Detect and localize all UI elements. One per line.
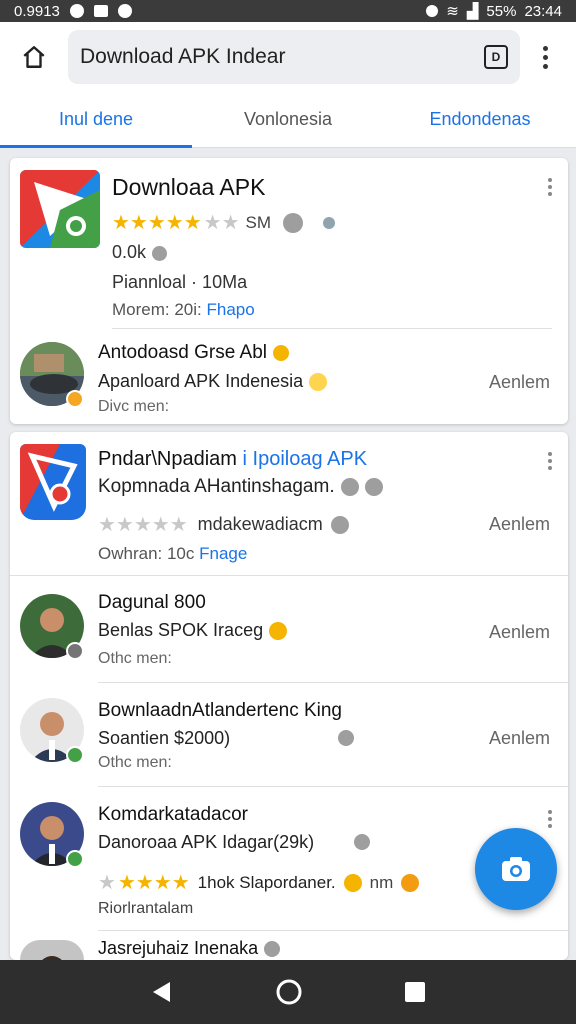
tab-switcher-icon[interactable]: D xyxy=(484,45,508,69)
app-title: Pndar\Npadiam i Ipoiloag APK xyxy=(98,448,368,470)
camera-icon xyxy=(502,857,530,881)
featured-app-card[interactable]: Downloaa APK ★★★★★ ★★ SM 0.0k Piannloal ·… xyxy=(10,158,568,424)
more-vert-icon[interactable] xyxy=(548,178,552,196)
info-icon xyxy=(338,730,354,746)
row-name: Dagunal 800 xyxy=(98,592,206,613)
tab-bar: Inul dene Vonlonesia Endondenas xyxy=(0,92,576,148)
row-action-button[interactable]: Aenlem xyxy=(489,728,550,749)
notification-icon xyxy=(93,5,108,17)
info-icon xyxy=(340,477,359,496)
coin-icon xyxy=(269,622,288,641)
divider xyxy=(98,682,568,683)
row-name: Komdarkatadacor xyxy=(98,804,248,825)
home-circle-icon[interactable] xyxy=(275,978,303,1006)
more-link[interactable]: Fhapo xyxy=(206,300,254,319)
tab-2[interactable]: Endondenas xyxy=(384,92,576,147)
wifi-icon: ≋ xyxy=(446,3,459,20)
row-subtitle: Apanloard APK Indenesia xyxy=(98,371,328,392)
row-name: Jasrejuhaiz Inenaka xyxy=(98,938,281,959)
row-subtitle: Soantien $2000) xyxy=(98,728,231,748)
browser-toolbar: Download APK Indear D xyxy=(0,22,576,92)
home-button[interactable] xyxy=(14,37,54,77)
alarm-icon xyxy=(426,5,439,17)
divider xyxy=(10,575,568,576)
signal-icon: ▟ xyxy=(466,3,479,20)
app-icon xyxy=(20,170,100,248)
badge-icon xyxy=(273,344,289,361)
info-icon xyxy=(264,941,281,958)
divider xyxy=(112,328,552,329)
row-more[interactable]: Divc men: xyxy=(98,398,169,416)
more-vert-icon xyxy=(542,45,548,69)
info-icon xyxy=(354,834,370,850)
row-subtitle: Benlas SPOK Iraceg xyxy=(98,620,288,641)
app-icon xyxy=(20,444,86,520)
row-more[interactable]: Othc men: xyxy=(98,650,172,668)
url-bar[interactable]: Download APK Indear D xyxy=(68,30,520,84)
more-vert-icon[interactable] xyxy=(548,452,552,470)
camera-fab-button[interactable] xyxy=(475,828,557,910)
coin-icon xyxy=(343,873,362,892)
rating-extra: SM xyxy=(245,212,272,232)
badge-icon xyxy=(66,390,84,408)
notification-icon xyxy=(117,4,132,18)
row-subtitle: Danoroaa APK Idagar(29k) xyxy=(98,832,315,852)
tab-0[interactable]: Inul dene xyxy=(0,92,192,148)
more-line: Morem: 20i: Fhapo xyxy=(112,300,255,319)
status-bar: 0.9913 ≋ ▟ 55% 23:44 xyxy=(0,0,576,22)
rating-stars: ★★★★★ ★★ SM xyxy=(112,210,336,235)
coin-icon xyxy=(309,373,328,392)
app-title: Downloaa APK xyxy=(112,174,266,200)
status-left-text: 0.9913 xyxy=(14,2,60,20)
divider xyxy=(98,930,568,931)
badge-icon xyxy=(66,850,84,868)
avatar xyxy=(20,940,84,960)
overflow-menu-button[interactable] xyxy=(528,37,562,77)
row-name: Antodoasd Grse Abl xyxy=(98,342,289,364)
row-more[interactable]: Othc men: xyxy=(98,754,172,772)
battery-label: 55% xyxy=(486,2,517,20)
recents-icon[interactable] xyxy=(404,981,426,1003)
url-text: Download APK Indear xyxy=(80,45,286,68)
clock: 23:44 xyxy=(524,2,562,20)
more-vert-icon[interactable] xyxy=(548,810,552,828)
divider xyxy=(98,786,568,787)
tab-1[interactable]: Vonlonesia xyxy=(192,92,384,147)
info-icon xyxy=(283,212,304,233)
row-action-button[interactable]: Aenlem xyxy=(489,514,550,535)
developer-line: Piannloal · 10Ma xyxy=(112,272,248,292)
badge-icon xyxy=(66,642,84,660)
system-nav-bar xyxy=(0,960,576,1024)
more-link[interactable]: Fnage xyxy=(199,544,247,563)
back-icon[interactable] xyxy=(150,980,174,1004)
row-action-button[interactable]: Aenlem xyxy=(489,622,550,643)
badge-icon xyxy=(66,746,84,764)
row-name: BownlaadnAtlandertenc King xyxy=(98,700,343,721)
app-subtitle: Kopmnada AHantinshagam. xyxy=(98,476,383,498)
home-icon xyxy=(23,46,45,68)
rating-stars: ★ ★★★★ 1hok Slapordaner. nm xyxy=(98,870,420,895)
info-icon xyxy=(330,515,349,534)
download-icon xyxy=(152,245,168,261)
coin-icon xyxy=(401,873,420,892)
rating-stars: ★★★★★ mdakewadiacm xyxy=(98,512,349,537)
info-icon xyxy=(364,477,383,496)
row-more[interactable]: Riorlrantalam xyxy=(98,900,193,918)
notification-icon xyxy=(69,4,84,18)
more-line: Owhran: 10c Fnage xyxy=(98,544,248,563)
row-action-button[interactable]: Aenlem xyxy=(489,372,550,393)
downloads-count: 0.0k xyxy=(112,242,168,263)
info-icon xyxy=(323,216,336,229)
